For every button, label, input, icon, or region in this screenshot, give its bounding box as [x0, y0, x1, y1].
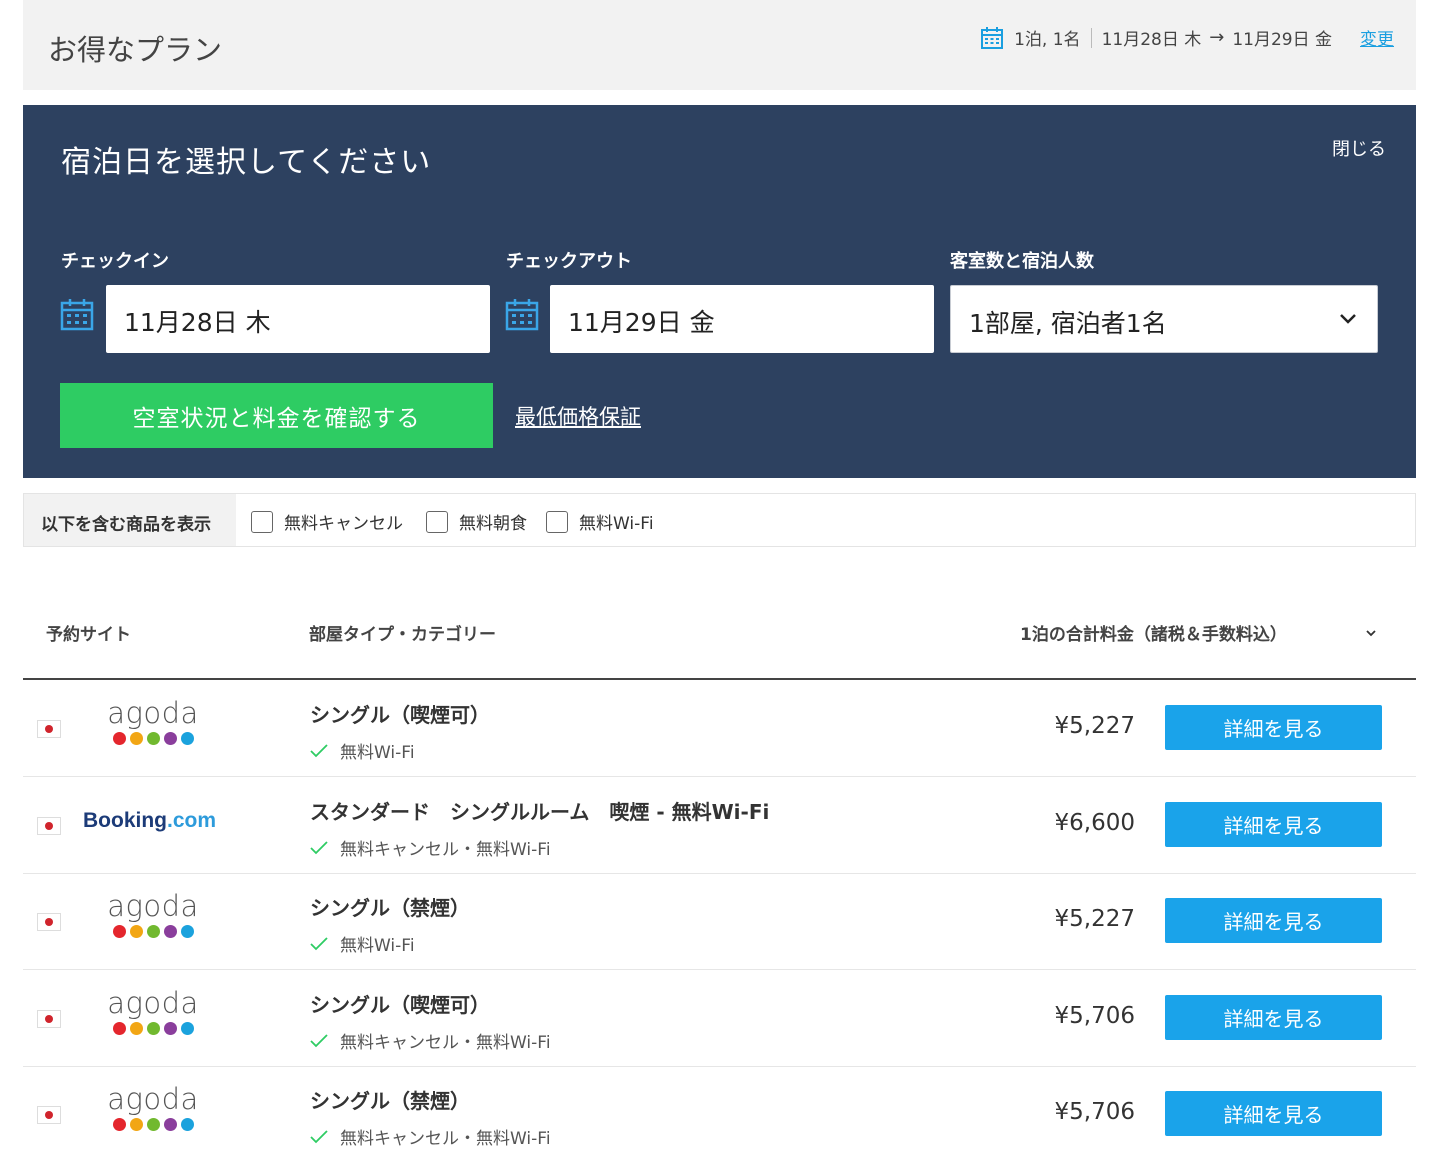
panel-heading: 宿泊日を選択してください	[61, 145, 432, 180]
col-booking-site: 予約サイト	[46, 625, 131, 645]
booking-wordmark: Booking	[83, 809, 167, 832]
filter-free-breakfast-label: 無料朝食	[459, 514, 527, 534]
table-row: Booking.com スタンダード シングルルーム 喫煙 - 無料Wi-Fi …	[23, 777, 1416, 874]
room-price: ¥5,706	[1054, 1003, 1135, 1029]
guests-label: 客室数と宿泊人数	[950, 251, 1094, 272]
filter-free-cancel-label: 無料キャンセル	[284, 514, 403, 534]
calendar-icon[interactable]	[505, 297, 539, 331]
check-icon	[310, 840, 328, 854]
room-features: 無料キャンセル・無料Wi-Fi	[310, 1124, 551, 1149]
view-details-button[interactable]: 詳細を見る	[1165, 802, 1382, 847]
room-price: ¥6,600	[1054, 810, 1135, 836]
booking-suffix: .com	[167, 809, 217, 832]
guests-select[interactable]: 1部屋, 宿泊者1名	[950, 285, 1378, 353]
table-row: agoda シングル（禁煙） 無料Wi-Fi ¥5,227 詳細を見る	[23, 873, 1416, 970]
room-features: 無料Wi-Fi	[310, 738, 415, 763]
room-type: シングル（喫煙可）	[310, 703, 490, 727]
arrow-right-icon: →	[1209, 27, 1225, 48]
room-features-text: 無料キャンセル・無料Wi-Fi	[340, 840, 551, 860]
col-total-price[interactable]: 1泊の合計料金（諸税＆手数料込）	[1020, 620, 1287, 645]
check-icon	[310, 1033, 328, 1047]
room-price: ¥5,227	[1054, 906, 1135, 932]
room-type: スタンダード シングルルーム 喫煙 - 無料Wi-Fi	[310, 800, 770, 824]
room-features: 無料Wi-Fi	[310, 931, 415, 956]
room-type: シングル（喫煙可）	[310, 993, 490, 1017]
japan-flag-icon	[37, 913, 61, 931]
checkout-input[interactable]: 11月29日 金	[550, 285, 934, 353]
room-features: 無料キャンセル・無料Wi-Fi	[310, 1028, 551, 1053]
calendar-icon	[981, 26, 1004, 49]
guests-value: 1部屋, 宿泊者1名	[969, 309, 1167, 338]
filter-label: 以下を含む商品を表示	[24, 494, 236, 546]
room-features-text: 無料キャンセル・無料Wi-Fi	[340, 1129, 551, 1149]
filter-free-wifi[interactable]: 無料Wi-Fi	[546, 509, 654, 534]
check-icon	[310, 936, 328, 950]
close-panel-button[interactable]: 閉じる	[1332, 135, 1386, 161]
agoda-wordmark: agoda	[107, 889, 199, 923]
results-table-header: 予約サイト 部屋タイプ・カテゴリー 1泊の合計料金（諸税＆手数料込）	[23, 600, 1416, 680]
checkout-label: チェックアウト	[506, 251, 632, 272]
check-availability-button[interactable]: 空室状況と料金を確認する	[60, 383, 493, 448]
summary-checkin: 11月28日 木	[1101, 30, 1202, 50]
checkbox[interactable]	[546, 510, 568, 533]
filter-bar: 以下を含む商品を表示 無料キャンセル 無料朝食 無料Wi-Fi	[23, 493, 1416, 547]
agoda-wordmark: agoda	[107, 696, 199, 730]
filter-free-breakfast[interactable]: 無料朝食	[426, 509, 527, 534]
table-row: agoda シングル（喫煙可） 無料Wi-Fi ¥5,227 詳細を見る	[23, 680, 1416, 777]
chevron-down-icon[interactable]	[1364, 626, 1378, 640]
checkbox[interactable]	[251, 510, 273, 533]
filter-free-wifi-label: 無料Wi-Fi	[579, 514, 654, 534]
page-title: お得なプラン	[48, 33, 223, 67]
checkin-input[interactable]: 11月28日 木	[106, 285, 490, 353]
change-dates-link[interactable]: 変更	[1360, 25, 1394, 50]
japan-flag-icon	[37, 1106, 61, 1124]
view-details-button[interactable]: 詳細を見る	[1165, 705, 1382, 750]
agoda-logo: agoda	[105, 698, 201, 745]
agoda-wordmark: agoda	[107, 986, 199, 1020]
agoda-logo: agoda	[105, 891, 201, 938]
room-features-text: 無料Wi-Fi	[340, 936, 415, 956]
room-price: ¥5,227	[1054, 713, 1135, 739]
chevron-down-icon	[1340, 314, 1356, 324]
agoda-wordmark: agoda	[107, 1082, 199, 1116]
price-guarantee-link[interactable]: 最低価格保証	[515, 401, 641, 431]
room-features: 無料キャンセル・無料Wi-Fi	[310, 835, 551, 860]
checkin-label: チェックイン	[61, 251, 169, 272]
checkbox[interactable]	[426, 510, 448, 533]
page: お得なプラン 1泊, 1名 11月28日 木 → 11月29日 金 変更 宿泊日…	[0, 0, 1440, 1160]
japan-flag-icon	[37, 1010, 61, 1028]
check-icon	[310, 1129, 328, 1143]
room-type: シングル（禁煙）	[310, 896, 470, 920]
col-room-type: 部屋タイプ・カテゴリー	[309, 625, 496, 645]
summary-divider	[1090, 27, 1092, 48]
calendar-icon[interactable]	[60, 297, 94, 331]
room-features-text: 無料Wi-Fi	[340, 743, 415, 763]
view-details-button[interactable]: 詳細を見る	[1165, 898, 1382, 943]
agoda-logo: agoda	[105, 988, 201, 1035]
filter-free-cancel[interactable]: 無料キャンセル	[251, 509, 403, 534]
agoda-logo: agoda	[105, 1084, 201, 1131]
summary-checkout: 11月29日 金	[1232, 30, 1332, 50]
room-price: ¥5,706	[1054, 1099, 1135, 1125]
table-row: agoda シングル（禁煙） 無料キャンセル・無料Wi-Fi ¥5,706 詳細…	[23, 1066, 1416, 1160]
booking-com-logo: Booking.com	[83, 809, 216, 833]
table-row: agoda シングル（喫煙可） 無料キャンセル・無料Wi-Fi ¥5,706 詳…	[23, 970, 1416, 1067]
stay-nights-guests: 1泊, 1名	[1014, 30, 1081, 50]
room-type: シングル（禁煙）	[310, 1089, 470, 1113]
check-icon	[310, 743, 328, 757]
deals-header: お得なプラン 1泊, 1名 11月28日 木 → 11月29日 金 変更	[23, 0, 1416, 90]
japan-flag-icon	[37, 817, 61, 835]
view-details-button[interactable]: 詳細を見る	[1165, 995, 1382, 1040]
date-selection-panel: 宿泊日を選択してください 閉じる チェックイン 11月28日 木 チェックアウト…	[23, 105, 1416, 478]
japan-flag-icon	[37, 720, 61, 738]
room-features-text: 無料キャンセル・無料Wi-Fi	[340, 1033, 551, 1053]
view-details-button[interactable]: 詳細を見る	[1165, 1091, 1382, 1136]
stay-summary: 1泊, 1名 11月28日 木 → 11月29日 金 変更	[980, 25, 1394, 50]
